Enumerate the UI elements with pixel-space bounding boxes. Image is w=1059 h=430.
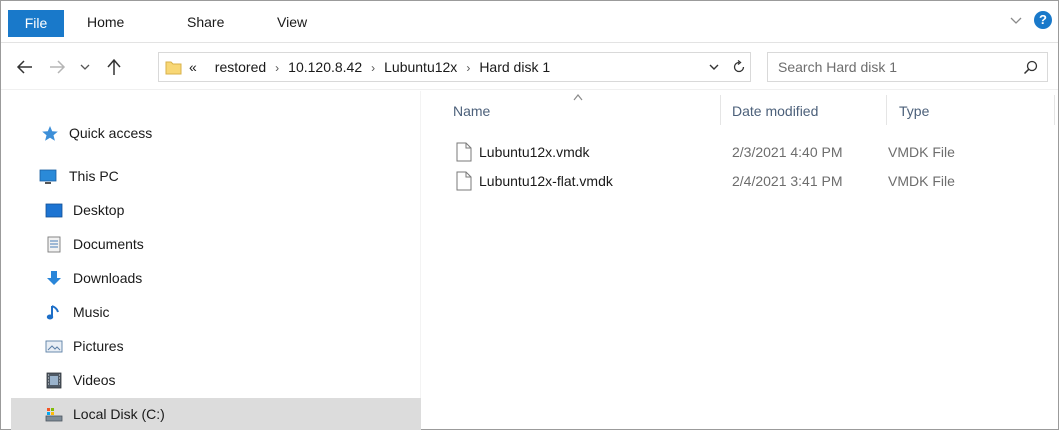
breadcrumb-ip[interactable]: 10.120.8.42 [288,59,362,75]
star-icon [42,126,58,141]
navigation-bar: « restored › 10.120.8.42 › Lubuntu12x › Hard di… [1,44,1058,90]
address-bar[interactable]: « restored › 10.120.8.42 › Lubuntu12x › Hard di… [158,52,751,82]
breadcrumb-lubuntu[interactable]: Lubuntu12x [384,59,457,75]
column-divider[interactable] [1054,95,1055,125]
table-row[interactable]: Lubuntu12x.vmdk 2/3/2021 4:40 PM VMDK Fi… [450,139,1050,165]
file-name: Lubuntu12x-flat.vmdk [479,173,613,189]
pictures-icon [45,340,63,353]
tab-home[interactable]: Home [87,9,137,35]
address-dropdown-chevron-icon[interactable] [707,60,721,74]
chevron-right-icon[interactable]: › [371,61,375,75]
sidebar-item-videos[interactable]: Videos [11,364,421,396]
sidebar-item-music[interactable]: Music [11,296,421,328]
breadcrumb: « restored › 10.120.8.42 › Lubuntu12x › Hard di… [189,53,550,81]
column-header-name[interactable]: Name [453,91,713,129]
sidebar-item-label: Local Disk (C:) [73,406,165,422]
sidebar-item-local-disk[interactable]: Local Disk (C:) [11,398,421,430]
chevron-right-icon[interactable]: › [466,61,470,75]
sidebar-item-downloads[interactable]: Downloads [11,262,421,294]
forward-arrow-icon[interactable] [47,56,67,78]
tab-view[interactable]: View [277,9,317,35]
column-divider[interactable] [720,95,721,125]
desktop-icon [45,203,63,218]
ribbon: File Home Share View ? [1,1,1058,43]
back-arrow-icon[interactable] [15,56,35,78]
table-row[interactable]: Lubuntu12x-flat.vmdk 2/4/2021 3:41 PM VM… [450,168,1050,194]
column-divider[interactable] [886,95,887,125]
help-icon[interactable]: ? [1034,11,1052,29]
file-name: Lubuntu12x.vmdk [479,144,590,160]
file-type: VMDK File [888,144,955,160]
file-list: Name Date modified Type Lubuntu12x.vmdk … [422,91,1058,430]
expand-ribbon-chevron-icon[interactable] [1008,12,1024,28]
file-explorer-window: File Home Share View ? « restored › 10.120.… [0,0,1059,430]
tab-file[interactable]: File [8,10,64,37]
refresh-icon[interactable] [731,59,747,75]
navigation-pane: Quick access This PC Desktop Documents D… [1,91,421,430]
recent-locations-chevron-icon[interactable] [79,56,91,78]
file-type: VMDK File [888,173,955,189]
chevron-right-icon[interactable]: › [275,61,279,75]
sidebar-item-label: Downloads [73,270,143,286]
search-icon[interactable] [1023,60,1038,75]
column-header-type[interactable]: Type [899,91,1049,129]
file-date-modified: 2/4/2021 3:41 PM [732,173,843,189]
sidebar-item-label: Documents [73,236,144,252]
sidebar-item-quick-access[interactable]: Quick access [11,117,421,149]
sidebar-item-label: Desktop [73,202,125,218]
file-date-modified: 2/3/2021 4:40 PM [732,144,843,160]
sidebar-item-documents[interactable]: Documents [11,228,421,260]
sidebar-item-label: Videos [73,372,116,388]
sidebar-item-this-pc[interactable]: This PC [11,160,421,192]
videos-icon [46,372,62,389]
sidebar-item-label: This PC [69,168,119,184]
up-arrow-icon[interactable] [104,56,124,78]
sidebar-item-label: Quick access [69,125,153,141]
folder-icon [165,61,182,75]
downloads-icon [47,271,61,285]
documents-icon [47,236,61,253]
file-icon [456,142,472,162]
column-header-date-modified[interactable]: Date modified [732,91,882,129]
sidebar-item-desktop[interactable]: Desktop [11,194,421,226]
sidebar-item-label: Music [73,304,110,320]
computer-icon [39,169,57,184]
sidebar-item-label: Pictures [73,338,124,354]
music-icon [46,305,59,320]
breadcrumb-hard-disk[interactable]: Hard disk 1 [479,59,550,75]
breadcrumb-overflow[interactable]: « [189,59,197,75]
tab-share[interactable]: Share [187,9,237,35]
breadcrumb-restored[interactable]: restored [215,59,266,75]
file-icon [456,171,472,191]
search-box[interactable] [767,52,1048,82]
sidebar-item-pictures[interactable]: Pictures [11,330,421,362]
search-input[interactable] [778,53,1008,81]
drive-icon [45,408,63,422]
